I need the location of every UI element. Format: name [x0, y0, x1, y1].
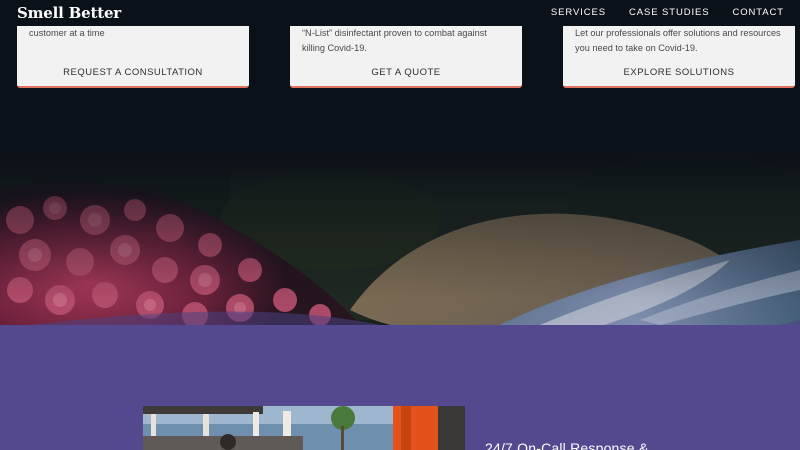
card-description: customer at a time	[29, 26, 239, 41]
site-header: Smell Better SERVICES CASE STUDIES CONTA…	[0, 0, 800, 26]
card-text-line: you need to take on Covid-19.	[575, 43, 698, 53]
logo[interactable]: Smell Better	[17, 4, 121, 22]
request-consultation-link[interactable]: REQUEST A CONSULTATION	[17, 67, 249, 78]
nav-services[interactable]: SERVICES	[551, 7, 606, 18]
card-text-line: Let our professionals offer solutions an…	[575, 28, 781, 38]
explore-solutions-link[interactable]: EXPLORE SOLUTIONS	[563, 67, 795, 78]
card-text-line: killing Covid-19.	[302, 43, 367, 53]
card-text-line: “N-List” disinfectant proven to combat a…	[302, 28, 487, 38]
feature-heading: 24/7 On-Call Response &	[485, 440, 649, 450]
nav-contact[interactable]: CONTACT	[732, 7, 784, 18]
get-quote-link[interactable]: GET A QUOTE	[290, 67, 522, 78]
nav-case-studies[interactable]: CASE STUDIES	[629, 7, 709, 18]
card-description: “N-List” disinfectant proven to combat a…	[302, 26, 512, 56]
card-text-line: customer at a time	[29, 28, 105, 38]
main-nav: SERVICES CASE STUDIES CONTACT	[551, 7, 784, 18]
card-description: Let our professionals offer solutions an…	[575, 26, 785, 56]
feature-photo	[143, 406, 465, 450]
